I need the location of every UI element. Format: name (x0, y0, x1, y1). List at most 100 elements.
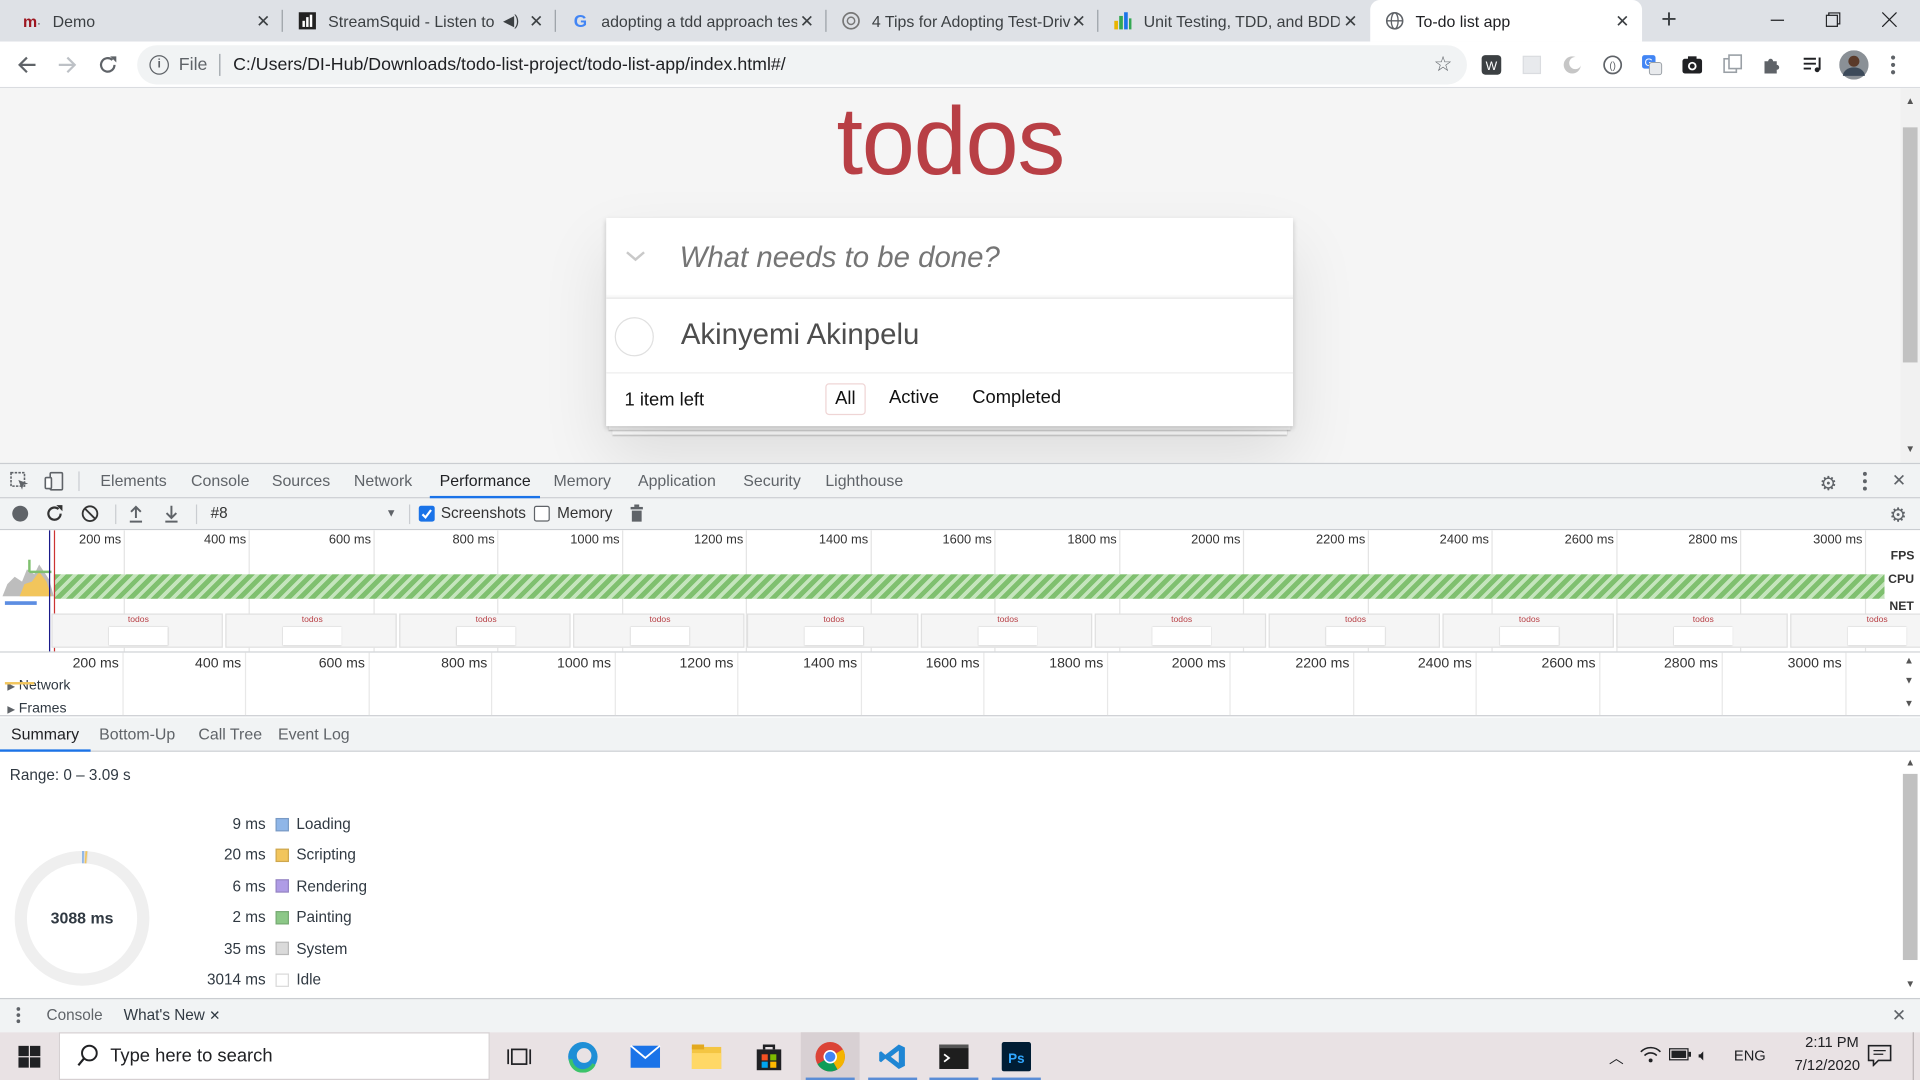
inspect-element-icon[interactable] (10, 471, 30, 491)
profile-avatar[interactable] (1839, 50, 1869, 80)
page-scrollbar[interactable]: ▲ ▼ (1900, 88, 1920, 463)
device-toolbar-icon[interactable] (44, 471, 64, 491)
drawer-tab-whats-new[interactable]: What's New ✕ (124, 1007, 221, 1024)
tab-streamsquid[interactable]: StreamSquid - Listen to F ◀) ✕ (283, 0, 556, 42)
extensions-puzzle-icon[interactable] (1760, 53, 1784, 77)
tab-demo[interactable]: m. Demo ✕ (0, 0, 283, 42)
volume-icon[interactable]: 🔈︎ (1698, 1046, 1708, 1066)
screenshot-thumbnail[interactable]: todos (399, 613, 571, 648)
show-hidden-icons[interactable]: ︿ (1609, 1047, 1624, 1068)
mail-icon[interactable] (616, 1032, 675, 1080)
screenshots-checkbox[interactable] (418, 505, 435, 522)
tab-security[interactable]: Security (733, 464, 810, 498)
window-close-button[interactable] (1861, 0, 1917, 39)
tab-tips[interactable]: 4 Tips for Adopting Test-Driv ✕ (827, 0, 1099, 42)
extension-w-icon[interactable]: W (1479, 53, 1503, 77)
tab-memory[interactable]: Memory (544, 464, 621, 498)
drawer-tab-console[interactable]: Console (47, 1007, 103, 1024)
filter-active[interactable]: Active (880, 383, 947, 415)
screenshot-thumbnail[interactable]: todos (1268, 613, 1441, 648)
todo-toggle-checkbox[interactable] (614, 317, 654, 357)
save-profile-icon[interactable] (163, 504, 180, 523)
tab-bottom-up[interactable]: Bottom-Up (88, 718, 186, 752)
selection-start-marker[interactable] (48, 530, 51, 652)
screenshot-thumbnail[interactable]: todos (920, 613, 1093, 648)
new-tab-button[interactable]: + (1653, 4, 1685, 37)
track-frames[interactable]: ▶ Frames (7, 702, 66, 715)
close-tab-icon[interactable]: ✕ (253, 11, 273, 31)
tab-performance[interactable]: Performance (429, 464, 541, 499)
tab-sources[interactable]: Sources (262, 464, 340, 498)
clock[interactable]: 2:11 PM 7/12/2020 (1772, 1033, 1860, 1073)
load-profile-icon[interactable] (127, 504, 144, 523)
windows-start-icon[interactable] (0, 1032, 59, 1080)
close-icon[interactable]: ✕ (209, 1009, 220, 1024)
battery-icon[interactable] (1668, 1047, 1692, 1062)
info-icon[interactable]: i (149, 55, 169, 75)
forward-button[interactable] (50, 48, 84, 82)
screenshot-thumbnail[interactable]: todos (225, 613, 397, 648)
extension-copy-icon[interactable] (1720, 53, 1744, 77)
tab-console[interactable]: Console (181, 464, 259, 498)
speaker-icon[interactable]: ◀) (503, 12, 519, 29)
filter-all[interactable]: All (825, 383, 866, 416)
restore-button[interactable] (1805, 0, 1861, 39)
close-tab-icon[interactable]: ✕ (1069, 11, 1089, 31)
bookmark-star-icon[interactable]: ☆ (1434, 53, 1453, 77)
minimize-button[interactable] (1749, 0, 1805, 39)
tab-network[interactable]: Network (344, 464, 422, 498)
screenshot-thumbnail[interactable]: todos (1616, 613, 1788, 648)
clear-icon[interactable] (81, 504, 99, 522)
chrome-menu-icon[interactable] (1881, 53, 1905, 77)
toggle-all-chevron-icon[interactable] (623, 247, 647, 264)
translate-icon[interactable]: G (1640, 53, 1664, 77)
wifi-icon[interactable] (1640, 1044, 1662, 1064)
screenshot-thumbnail[interactable]: todos (1442, 613, 1614, 648)
memory-checkbox[interactable] (533, 505, 550, 522)
timeline-scrollbar[interactable]: ▲ ▼ ▼ (1899, 652, 1920, 716)
record-icon[interactable] (12, 505, 29, 522)
terminal-icon[interactable] (924, 1032, 983, 1080)
close-tab-icon[interactable]: ✕ (797, 11, 817, 31)
drawer-close-icon[interactable]: ✕ (1892, 1005, 1906, 1026)
tab-google-search[interactable]: G adopting a tdd approach tes ✕ (556, 0, 827, 42)
language-indicator[interactable]: ENG (1734, 1047, 1766, 1064)
trash-icon[interactable] (629, 504, 644, 522)
screenshot-thumbnail[interactable]: todos (1094, 613, 1267, 648)
extension-circle-icon[interactable]: () (1600, 53, 1624, 77)
extension-grid-icon[interactable] (1520, 53, 1544, 77)
show-desktop-button[interactable] (1912, 1032, 1920, 1080)
close-tab-icon[interactable]: ✕ (1341, 11, 1361, 31)
capture-settings-icon[interactable]: ⚙ (1889, 503, 1907, 527)
photoshop-icon[interactable]: Ps (987, 1032, 1046, 1080)
tab-call-tree[interactable]: Call Tree (187, 718, 273, 752)
tab-summary[interactable]: Summary (0, 718, 91, 752)
notifications-icon[interactable] (1867, 1044, 1892, 1067)
edge-icon[interactable] (553, 1032, 612, 1080)
screenshot-thumbnail[interactable]: todos (51, 613, 223, 648)
close-tab-icon[interactable]: ✕ (527, 11, 547, 31)
chrome-icon[interactable] (800, 1032, 860, 1080)
media-control-icon[interactable] (1800, 53, 1824, 77)
reload-button[interactable] (91, 48, 125, 82)
summary-scrollbar[interactable]: ▲ ▼ (1900, 751, 1920, 997)
task-view-icon[interactable] (490, 1032, 549, 1080)
file-explorer-icon[interactable] (677, 1032, 736, 1080)
devtools-menu-icon[interactable] (1862, 471, 1867, 491)
vscode-icon[interactable] (863, 1032, 922, 1080)
store-icon[interactable] (740, 1032, 799, 1080)
tab-lighthouse[interactable]: Lighthouse (816, 464, 914, 498)
extension-moon-icon[interactable] (1560, 53, 1584, 77)
back-button[interactable] (10, 48, 44, 82)
camera-icon[interactable] (1680, 53, 1704, 77)
settings-gear-icon[interactable]: ⚙ (1820, 471, 1838, 495)
drawer-menu-icon[interactable] (16, 1007, 21, 1024)
tab-unit-testing[interactable]: Unit Testing, TDD, and BDD, ✕ (1098, 0, 1370, 42)
screenshot-thumbnail[interactable]: todos (573, 613, 745, 648)
devtools-close-icon[interactable]: ✕ (1892, 470, 1906, 491)
screenshot-thumbnail[interactable]: todos (746, 613, 919, 648)
reload-profile-icon[interactable] (45, 504, 63, 522)
new-todo-input[interactable] (679, 235, 1268, 282)
screenshot-thumbnail[interactable]: todos (1790, 613, 1920, 648)
tab-event-log[interactable]: Event Log (267, 718, 361, 752)
